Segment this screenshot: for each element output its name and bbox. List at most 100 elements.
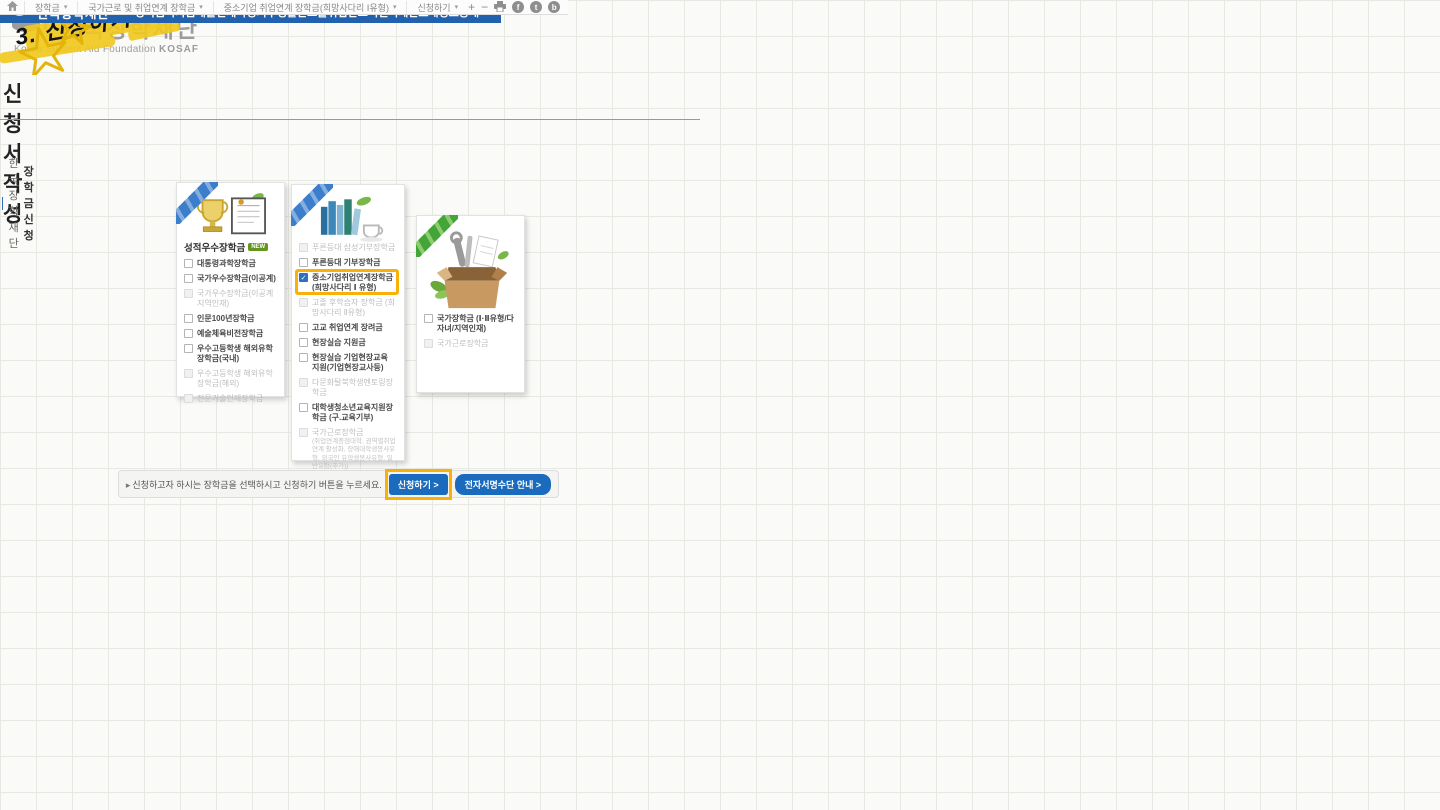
chevron-down-icon: ▾ (199, 3, 203, 11)
scholarship-item[interactable]: 현장실습 기업현장교육 지원(기업현장교사등) (299, 353, 397, 373)
checkbox[interactable] (184, 314, 193, 323)
chevron-down-icon: ▾ (455, 3, 459, 11)
scholarship-item[interactable]: 고교 취업연계 장려금 (299, 323, 397, 333)
scholarship-label: 고교 취업연계 장려금 (312, 323, 383, 333)
checkbox[interactable] (184, 329, 193, 338)
scholarship-item[interactable]: 다문화탈북학생멘토링장학금 (299, 378, 397, 398)
scholarship-card-employment: 푸른등대 삼성기부장학금푸른등대 기부장학금 ✓ 중소기업취업연계장학금 (희망사다… (291, 184, 405, 461)
checkbox[interactable] (184, 259, 193, 268)
scholarship-item[interactable]: 인문100년장학금 (184, 314, 277, 324)
scholarship-item[interactable]: 우수고등학생 해외유학 장학금(국내) (184, 344, 277, 364)
scholarship-item[interactable]: 전문기술인재장학금 (184, 394, 277, 404)
scholarship-label: 인문100년장학금 (197, 314, 255, 324)
selected-highlight-box: ✓ 중소기업취업연계장학금 (희망사다리 Ⅰ 유형) (299, 273, 397, 293)
breadcrumb-item[interactable]: 국가근로 및 취업연계 장학금 ▾ (77, 1, 212, 13)
scholarship-label: 국가우수장학금(이공계 지역인재) (197, 289, 277, 309)
scholarship-label: 현장실습 기업현장교육 지원(기업현장교사등) (312, 353, 397, 373)
scholarship-item[interactable]: 대학생청소년교육지원장학금 (구.교육기부) (299, 403, 397, 423)
scholarship-item[interactable]: 국가근로장학금(취업연계중점대학, 권역별취업연계 활성화, 장애대학생봉사유형… (299, 428, 397, 472)
checkbox (424, 339, 433, 348)
print-icon[interactable] (494, 1, 506, 14)
checkbox[interactable] (299, 338, 308, 347)
checkbox[interactable] (424, 314, 433, 323)
apply-footer-bar: ▸신청하고자 하시는 장학금을 선택하시고 신청하기 버튼을 누르세요. 신청하… (118, 470, 559, 498)
breadcrumb-item[interactable]: 중소기업 취업연계 장학금(희망사다리 Ⅰ유형)▾ (213, 1, 407, 13)
scholarship-item[interactable]: 국가우수장학금(이공계) (184, 274, 277, 284)
breadcrumb-label: 장학금 (35, 1, 60, 14)
apply-button[interactable]: 신청하기 > (389, 474, 448, 495)
scholarship-item[interactable]: 푸른등대 삼성기부장학금 (299, 243, 397, 253)
scholarship-item[interactable]: 푸른등대 기부장학금 (299, 258, 397, 268)
section-label-regular: 한국장학재단 (9, 155, 21, 251)
breadcrumb: 장학금▾국가근로 및 취업연계 장학금▾중소기업 취업연계 장학금(희망사다리 … (0, 0, 568, 15)
scholarship-label: 예술체육비전장학금 (197, 329, 263, 339)
esignature-guide-button[interactable]: 전자서명수단 안내 > (455, 474, 552, 495)
apply-instruction: ▸신청하고자 하시는 장학금을 선택하시고 신청하기 버튼을 누르세요. (126, 478, 382, 491)
scholarship-item[interactable]: ✓ 중소기업취업연계장학금 (희망사다리 Ⅰ 유형) (299, 273, 397, 293)
breadcrumb-tools: + − f t b (468, 0, 568, 14)
bullet-icon: ▸ (126, 480, 131, 490)
twitter-icon[interactable]: t (530, 1, 542, 13)
new-badge: NEW (248, 243, 268, 251)
card-title: 성적우수장학금 NEW (184, 240, 277, 254)
facebook-icon[interactable]: f (512, 1, 524, 13)
toolbox-image (424, 222, 517, 314)
scholarship-label: 전문기술인재장학금 (197, 394, 263, 404)
scholarship-label: 국가근로장학금 (437, 339, 489, 349)
checkbox (184, 369, 193, 378)
home-icon[interactable] (0, 1, 24, 13)
breadcrumb-item[interactable]: 신청하기 ▾ (406, 1, 468, 13)
scholarship-label: 우수고등학생 해외유학 장학금(해외) (197, 369, 277, 389)
scholarship-label: 푸른등대 삼성기부장학금 (312, 243, 395, 253)
scholarship-item[interactable]: 고졸 후학습자 장학금 (희망사다리 Ⅱ유형) (299, 298, 397, 318)
scholarship-label: 국가장학금 (Ⅰ·Ⅱ유형/다자녀/지역인재) (437, 314, 517, 334)
scholarship-label: 대통령과학장학금 (197, 259, 256, 269)
checkbox[interactable] (299, 258, 308, 267)
checkbox[interactable] (184, 344, 193, 353)
section-accent-bar (2, 197, 3, 210)
scholarship-label: 대학생청소년교육지원장학금 (구.교육기부) (312, 403, 397, 423)
checkbox (184, 394, 193, 403)
checkbox (299, 298, 308, 307)
scholarship-label: 국가근로장학금(취업연계중점대학, 권역별취업연계 활성화, 장애대학생봉사유형… (312, 428, 397, 472)
trophy-certificate-image (184, 189, 277, 237)
scholarship-item[interactable]: 우수고등학생 해외유학 장학금(해외) (184, 369, 277, 389)
blog-icon[interactable]: b (548, 1, 560, 13)
checkbox[interactable] (299, 323, 308, 332)
breadcrumb-label: 신청하기 (417, 1, 450, 14)
title-divider (0, 119, 700, 120)
checkbox[interactable] (299, 353, 308, 362)
scholarship-label: 국가우수장학금(이공계) (197, 274, 276, 284)
scholarship-label: 현장실습 지원금 (312, 338, 366, 348)
books-coffee-image (299, 191, 397, 243)
scholarship-list: 국가장학금 (Ⅰ·Ⅱ유형/다자녀/지역인재) 국가근로장학금 (424, 314, 517, 349)
scholarship-item[interactable]: 국가근로장학금 (424, 339, 517, 349)
section-label: 한국장학재단 장학금 신청 (2, 155, 34, 251)
scholarship-item[interactable]: 현장실습 지원금 (299, 338, 397, 348)
scholarship-label: 우수고등학생 해외유학 장학금(국내) (197, 344, 277, 364)
apply-button-highlight: 신청하기 > (389, 474, 448, 495)
scholarship-label: 다문화탈북학생멘토링장학금 (312, 378, 397, 398)
checkbox[interactable] (299, 403, 308, 412)
scholarship-card-merit: 성적우수장학금 NEW 대통령과학장학금국가우수장학금(이공계) 국가우수장학금(… (176, 182, 285, 397)
scholarship-item[interactable]: 대통령과학장학금 (184, 259, 277, 269)
scholarship-item[interactable]: 국가장학금 (Ⅰ·Ⅱ유형/다자녀/지역인재) (424, 314, 517, 334)
zoom-out-button[interactable]: − (481, 0, 488, 14)
checkbox (299, 428, 308, 437)
zoom-in-button[interactable]: + (468, 0, 475, 14)
checkbox (299, 378, 308, 387)
checkbox[interactable] (184, 274, 193, 283)
checkbox (299, 243, 308, 252)
chevron-down-icon: ▾ (393, 3, 397, 11)
breadcrumb-label: 국가근로 및 취업연계 장학금 (88, 1, 195, 14)
breadcrumb-item[interactable]: 장학금 ▾ (24, 1, 77, 13)
checkbox[interactable]: ✓ (299, 273, 308, 282)
scholarship-list: 대통령과학장학금국가우수장학금(이공계) 국가우수장학금(이공계 지역인재) 인문1… (184, 259, 277, 404)
scholarship-item[interactable]: 예술체육비전장학금 (184, 329, 277, 339)
scholarship-card-national: 국가장학금 (Ⅰ·Ⅱ유형/다자녀/지역인재) 국가근로장학금 (416, 215, 525, 393)
scholarship-label: 푸른등대 기부장학금 (312, 258, 380, 268)
chevron-down-icon: ▾ (64, 3, 68, 11)
scholarship-item[interactable]: 국가우수장학금(이공계 지역인재) (184, 289, 277, 309)
scholarship-label: 고졸 후학습자 장학금 (희망사다리 Ⅱ유형) (312, 298, 397, 318)
scholarship-label: 중소기업취업연계장학금 (희망사다리 Ⅰ 유형) (312, 273, 397, 293)
